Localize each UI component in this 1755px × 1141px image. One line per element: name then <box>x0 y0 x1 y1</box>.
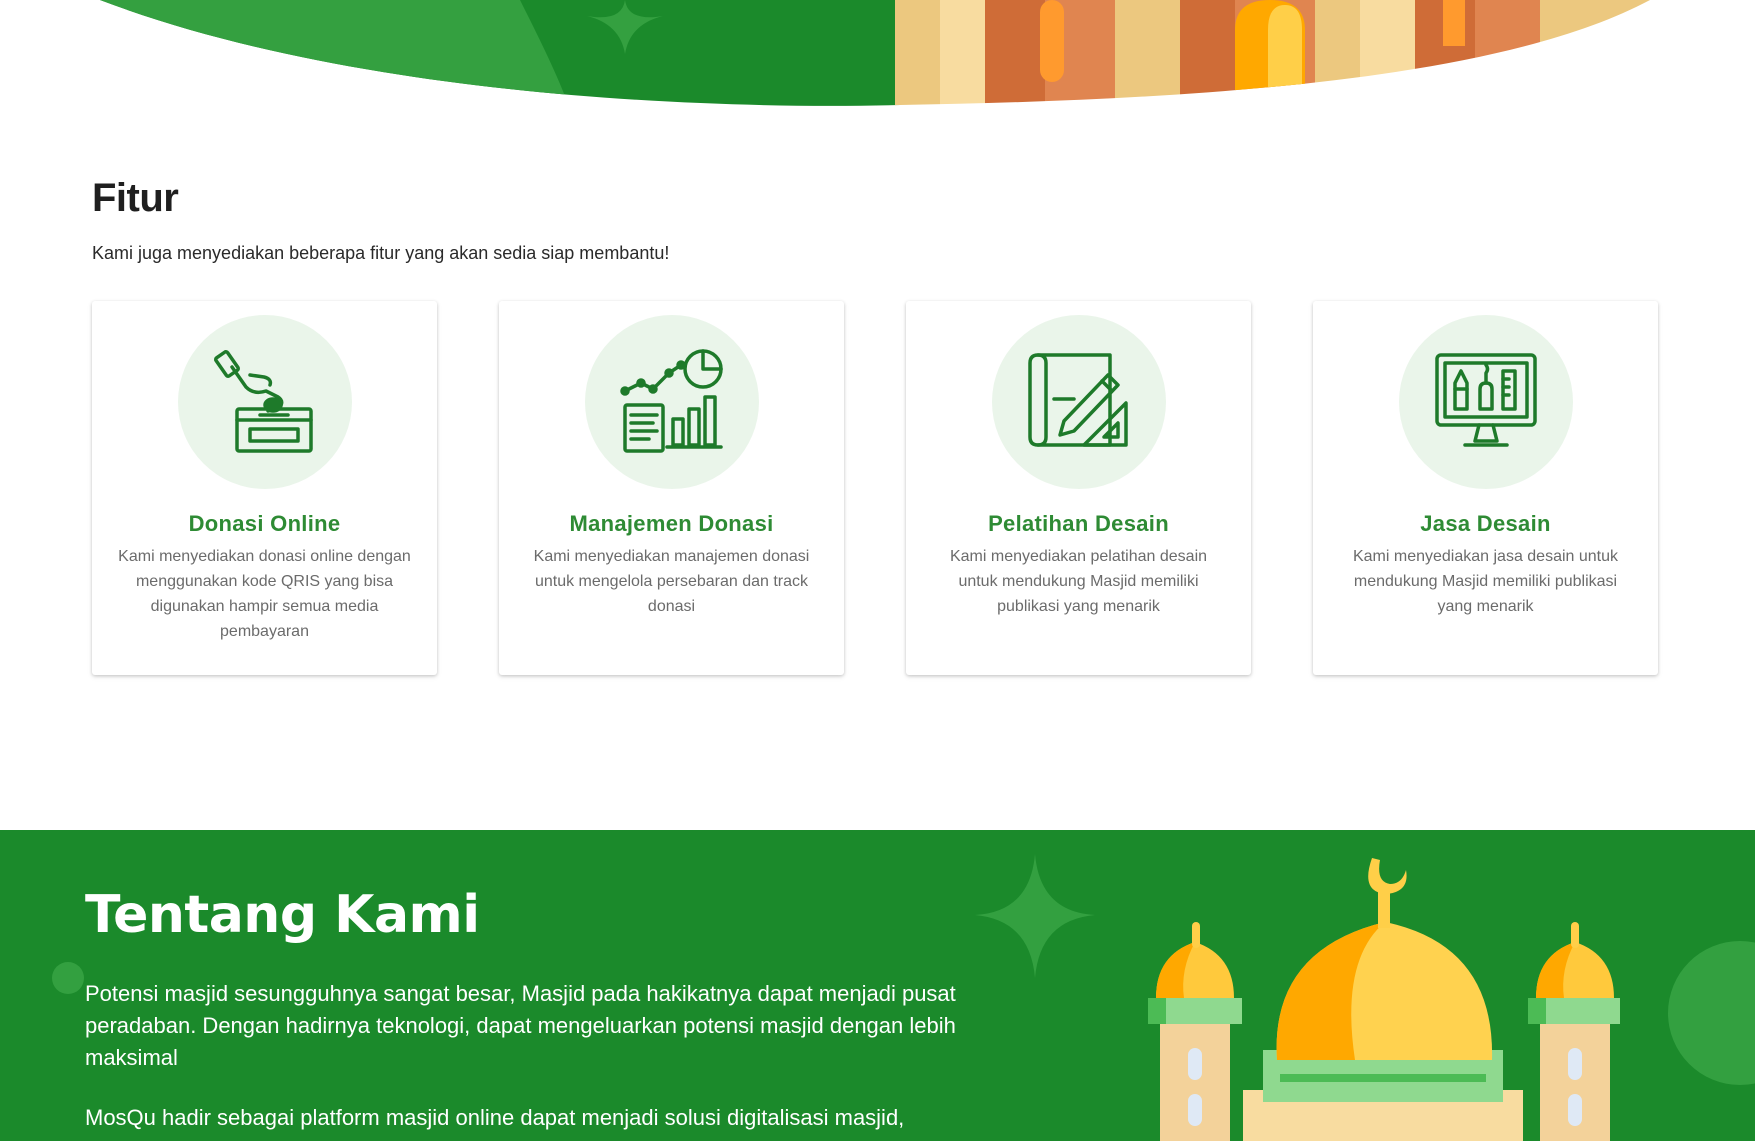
feature-card-jasa-desain[interactable]: Jasa Desain Kami menyediakan jasa desain… <box>1313 301 1658 675</box>
dot-decor <box>52 962 84 994</box>
design-blueprint-icon <box>1024 345 1134 460</box>
feature-card-title: Jasa Desain <box>1420 511 1551 536</box>
feature-card-pelatihan-desain[interactable]: Pelatihan Desain Kami menyediakan pelati… <box>906 301 1251 675</box>
feature-card-description: Kami menyediakan jasa desain untuk mendu… <box>1352 548 1619 615</box>
feature-card-description: Kami menyediakan donasi online dengan me… <box>118 548 411 640</box>
feature-card-description: Kami menyediakan manajemen donasi untuk … <box>533 548 810 615</box>
circle-decor <box>1668 941 1755 1085</box>
feature-icon-circle <box>1399 315 1573 489</box>
mosque-illustration <box>1148 858 1620 1141</box>
about-title: Tentang Kami <box>85 885 480 945</box>
feature-card-manajemen-donasi[interactable]: Manajemen Donasi Kami menyediakan manaje… <box>499 301 844 675</box>
feature-icon-circle <box>585 315 759 489</box>
hero-bottom-banner <box>0 0 1755 110</box>
analytics-report-icon <box>617 345 727 460</box>
feature-card-title: Manajemen Donasi <box>569 511 774 536</box>
hero-curve-illustration <box>100 0 1650 106</box>
donation-box-icon <box>210 345 320 460</box>
feature-card-description: Kami menyediakan pelatihan desain untuk … <box>949 548 1208 615</box>
feature-card-title: Donasi Online <box>188 511 341 536</box>
feature-card-donasi-online[interactable]: Donasi Online Kami menyediakan donasi on… <box>92 301 437 675</box>
feature-icon-circle <box>178 315 352 489</box>
about-paragraph: Potensi masjid sesungguhnya sangat besar… <box>85 981 956 1070</box>
feature-card-title: Pelatihan Desain <box>988 511 1169 536</box>
about-paragraph: MosQu hadir sebagai platform masjid onli… <box>85 1105 905 1130</box>
about-section: Tentang Kami Potensi masjid sesungguhnya… <box>0 830 1755 1141</box>
design-monitor-icon <box>1431 345 1541 460</box>
features-title: Fitur <box>92 176 179 220</box>
features-subtitle: Kami juga menyediakan beberapa fitur yan… <box>92 243 670 263</box>
sparkle-icon <box>975 854 1095 978</box>
feature-icon-circle <box>992 315 1166 489</box>
features-card-list: Donasi Online Kami menyediakan donasi on… <box>92 301 1658 675</box>
